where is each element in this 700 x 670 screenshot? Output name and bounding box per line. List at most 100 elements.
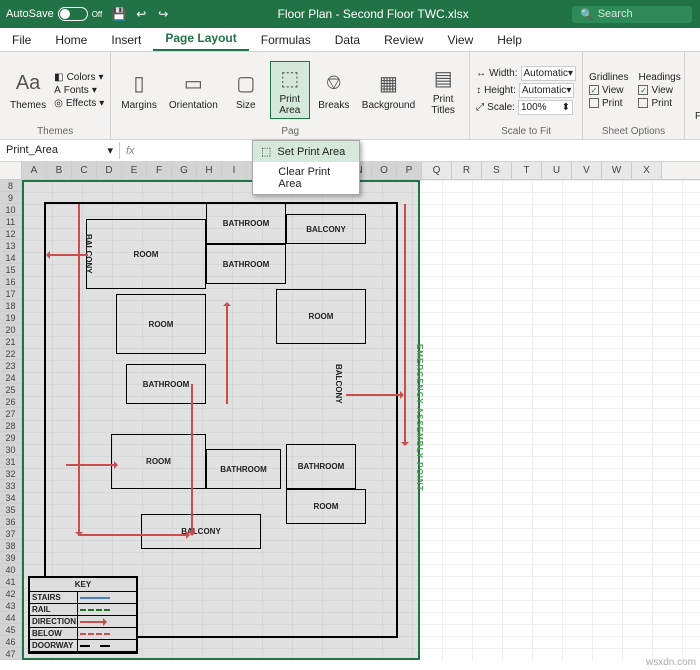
tab-review[interactable]: Review — [372, 29, 435, 51]
row-header[interactable]: 42 — [0, 588, 21, 600]
row-header[interactable]: 45 — [0, 624, 21, 636]
row-header[interactable]: 29 — [0, 432, 21, 444]
title-bar: AutoSave Off 💾 ↩ ↪ Floor Plan - Second F… — [0, 0, 700, 28]
undo-icon[interactable]: ↩ — [132, 5, 150, 23]
row-header[interactable]: 46 — [0, 636, 21, 648]
row-header[interactable]: 8 — [0, 180, 21, 192]
clear-print-area-item[interactable]: Clear Print Area — [253, 162, 359, 194]
set-print-area-item[interactable]: ⬚Set Print Area — [253, 141, 359, 162]
row-header[interactable]: 39 — [0, 552, 21, 564]
row-header[interactable]: 32 — [0, 468, 21, 480]
col-header[interactable]: B — [47, 162, 72, 179]
search-input[interactable]: 🔍 Search — [572, 6, 692, 23]
fonts-button[interactable]: A Fonts ▾ — [54, 85, 104, 96]
row-header[interactable]: 38 — [0, 540, 21, 552]
autosave-toggle[interactable]: AutoSave Off — [0, 7, 108, 21]
row-header[interactable]: 26 — [0, 396, 21, 408]
row-header[interactable]: 34 — [0, 492, 21, 504]
row-header[interactable]: 16 — [0, 276, 21, 288]
col-header[interactable]: O — [372, 162, 397, 179]
row-header[interactable]: 31 — [0, 456, 21, 468]
row-header[interactable]: 9 — [0, 192, 21, 204]
row-header[interactable]: 22 — [0, 348, 21, 360]
width-dropdown[interactable]: Automatic▾ — [521, 66, 577, 81]
row-header[interactable]: 15 — [0, 264, 21, 276]
background-button[interactable]: ▦Background — [358, 68, 419, 113]
row-header[interactable]: 41 — [0, 576, 21, 588]
print-titles-button[interactable]: ▤Print Titles — [423, 62, 463, 118]
col-header[interactable]: S — [482, 162, 512, 179]
row-header[interactable]: 35 — [0, 504, 21, 516]
col-header[interactable]: X — [632, 162, 662, 179]
col-header[interactable]: Q — [422, 162, 452, 179]
row-header[interactable]: 21 — [0, 336, 21, 348]
bring-forward-button[interactable]: ◩Bring Forward — [691, 68, 700, 124]
size-button[interactable]: ▢Size — [226, 68, 266, 113]
colors-button[interactable]: ◧ Colors ▾ — [54, 72, 104, 83]
row-header[interactable]: 33 — [0, 480, 21, 492]
col-header[interactable]: V — [572, 162, 602, 179]
col-header[interactable]: U — [542, 162, 572, 179]
tab-view[interactable]: View — [435, 29, 485, 51]
row-header[interactable]: 30 — [0, 444, 21, 456]
col-header[interactable]: C — [72, 162, 97, 179]
tab-insert[interactable]: Insert — [99, 29, 153, 51]
row-header[interactable]: 25 — [0, 384, 21, 396]
name-box[interactable]: Print_Area▾ — [0, 142, 120, 159]
legend-box: KEY STAIRSRAILDIRECTIONBELOWDOORWAY — [28, 576, 138, 654]
row-header[interactable]: 28 — [0, 420, 21, 432]
height-dropdown[interactable]: Automatic▾ — [519, 83, 575, 98]
print-area-button[interactable]: ⬚Print Area — [270, 61, 310, 119]
row-header[interactable]: 23 — [0, 360, 21, 372]
row-header[interactable]: 11 — [0, 216, 21, 228]
col-header[interactable]: P — [397, 162, 422, 179]
row-header[interactable]: 19 — [0, 312, 21, 324]
col-header[interactable]: W — [602, 162, 632, 179]
scale-dropdown[interactable]: 100%⬍ — [518, 100, 573, 115]
col-header[interactable]: G — [172, 162, 197, 179]
row-header[interactable]: 37 — [0, 528, 21, 540]
redo-icon[interactable]: ↪ — [154, 5, 172, 23]
col-header[interactable]: E — [122, 162, 147, 179]
col-header[interactable]: H — [197, 162, 222, 179]
col-header[interactable]: T — [512, 162, 542, 179]
gridlines-view-checkbox[interactable]: View — [589, 85, 628, 96]
headings-view-checkbox[interactable]: View — [638, 85, 680, 96]
orientation-button[interactable]: ▭Orientation — [165, 68, 222, 113]
row-header[interactable]: 24 — [0, 372, 21, 384]
row-header[interactable]: 40 — [0, 564, 21, 576]
effects-button[interactable]: ◎ Effects ▾ — [54, 98, 104, 109]
worksheet[interactable]: ABCDEFGHIJKLMNOPQRSTUVWX 891011121314151… — [0, 162, 700, 660]
col-header[interactable]: D — [97, 162, 122, 179]
row-header[interactable]: 47 — [0, 648, 21, 660]
margins-button[interactable]: ▯Margins — [117, 68, 161, 113]
row-header[interactable]: 36 — [0, 516, 21, 528]
tab-formulas[interactable]: Formulas — [249, 29, 323, 51]
row-header[interactable]: 17 — [0, 288, 21, 300]
tab-data[interactable]: Data — [323, 29, 372, 51]
col-header[interactable]: I — [222, 162, 247, 179]
select-all-corner[interactable] — [0, 162, 22, 179]
row-header[interactable]: 44 — [0, 612, 21, 624]
row-header[interactable]: 27 — [0, 408, 21, 420]
gridlines-print-checkbox[interactable]: Print — [589, 98, 628, 109]
tab-page-layout[interactable]: Page Layout — [153, 27, 248, 51]
row-header[interactable]: 13 — [0, 240, 21, 252]
row-header[interactable]: 20 — [0, 324, 21, 336]
themes-button[interactable]: AaThemes — [6, 68, 50, 113]
col-header[interactable]: A — [22, 162, 47, 179]
tab-help[interactable]: Help — [485, 29, 534, 51]
headings-print-checkbox[interactable]: Print — [638, 98, 680, 109]
breaks-button[interactable]: ⎊Breaks — [314, 68, 354, 113]
fx-icon[interactable]: fx — [120, 145, 141, 157]
col-header[interactable]: R — [452, 162, 482, 179]
col-header[interactable]: F — [147, 162, 172, 179]
row-header[interactable]: 14 — [0, 252, 21, 264]
row-header[interactable]: 18 — [0, 300, 21, 312]
row-header[interactable]: 10 — [0, 204, 21, 216]
save-icon[interactable]: 💾 — [110, 5, 128, 23]
row-header[interactable]: 12 — [0, 228, 21, 240]
tab-home[interactable]: Home — [43, 29, 99, 51]
tab-file[interactable]: File — [0, 29, 43, 51]
row-header[interactable]: 43 — [0, 600, 21, 612]
